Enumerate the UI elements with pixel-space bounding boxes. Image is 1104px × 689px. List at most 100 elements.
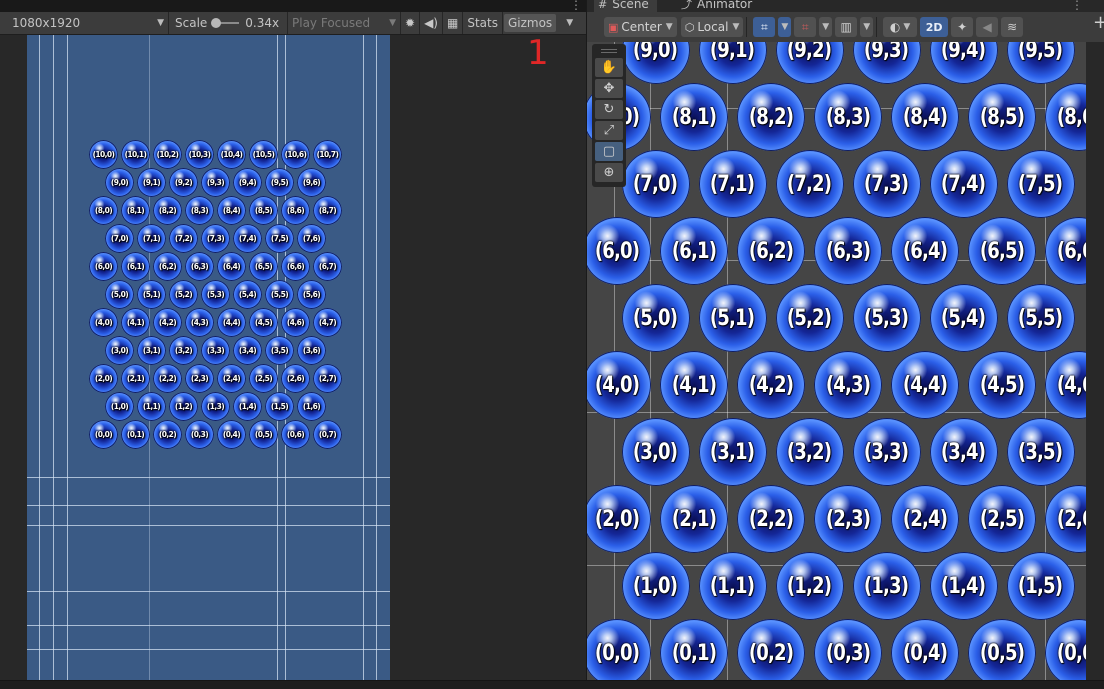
bubble-tile[interactable]: (5,1): [698, 284, 767, 352]
bubble-tile[interactable]: (2,5): [249, 364, 278, 393]
bubble-tile[interactable]: (3,2): [775, 418, 844, 486]
bubble-tile[interactable]: (1,1): [137, 392, 166, 421]
pivot-mode-dropdown[interactable]: ▣ Center ▼: [604, 17, 677, 37]
scale-tool-button[interactable]: ⤢: [595, 121, 623, 140]
bubble-tile[interactable]: (10,3): [185, 140, 214, 169]
bubble-tile[interactable]: (2,7): [313, 364, 342, 393]
rotate-tool-button[interactable]: ↻: [595, 100, 623, 119]
bubble-tile[interactable]: (4,1): [660, 351, 728, 419]
bubble-tile[interactable]: (8,6): [1045, 83, 1086, 151]
bubble-tile[interactable]: (0,2): [153, 420, 182, 449]
bubble-tile[interactable]: (4,3): [814, 351, 882, 419]
grid-snap-dropdown[interactable]: ▼: [778, 17, 792, 37]
bubble-tile[interactable]: (4,4): [891, 351, 959, 419]
palette-drag-handle[interactable]: [595, 46, 623, 56]
bubble-tile[interactable]: (6,5): [249, 252, 278, 281]
bubble-tile[interactable]: (0,2): [737, 619, 805, 680]
bubble-tile[interactable]: (8,3): [185, 196, 214, 225]
bubble-tile[interactable]: (10,4): [217, 140, 246, 169]
tab-scene[interactable]: # Scene: [594, 0, 657, 12]
bubble-tile[interactable]: (7,5): [1006, 150, 1075, 218]
effects-toggle[interactable]: ≋: [1001, 17, 1024, 37]
scene-view-canvas[interactable]: (9,0)(9,1)(9,2)(9,3)(9,4)(9,5)(8,0)(8,1)…: [587, 42, 1086, 680]
game-view-canvas[interactable]: (10,0) (10,1) (10,2) (10,3) (10,4) (10,5) (10,…: [27, 35, 390, 680]
bubble-tile[interactable]: (5,6): [297, 280, 326, 309]
bubble-tile[interactable]: (9,5): [265, 168, 294, 197]
bubble-tile[interactable]: (4,0): [587, 351, 651, 419]
scale-slider[interactable]: Scale 0.34x: [169, 12, 287, 34]
ruler-toggle[interactable]: ▥: [835, 17, 858, 37]
bubble-tile[interactable]: (4,6): [281, 308, 310, 337]
bubble-tile[interactable]: (0,4): [891, 619, 959, 680]
increment-snap-toggle[interactable]: ⌗: [794, 17, 817, 37]
bubble-tile[interactable]: (8,5): [968, 83, 1036, 151]
bubble-tile[interactable]: (10,5): [249, 140, 278, 169]
bubble-tile[interactable]: (7,0): [105, 224, 134, 253]
bubble-tile[interactable]: (9,1): [137, 168, 166, 197]
scene-view-menu-icon[interactable]: ⋮: [1071, 0, 1083, 12]
move-tool-button[interactable]: ✥: [595, 79, 623, 98]
bubble-tile[interactable]: (8,3): [814, 83, 882, 151]
bubble-tile[interactable]: (2,3): [814, 485, 882, 553]
bubble-tile[interactable]: (7,2): [169, 224, 198, 253]
bubble-tile[interactable]: (0,6): [281, 420, 310, 449]
bubble-tile[interactable]: (6,4): [217, 252, 246, 281]
bubble-tile[interactable]: (4,7): [313, 308, 342, 337]
gizmos-dropdown[interactable]: ▼: [560, 12, 579, 34]
bubble-tile[interactable]: (1,0): [105, 392, 134, 421]
bubble-tile[interactable]: (8,4): [217, 196, 246, 225]
bubble-tile[interactable]: (2,0): [89, 364, 118, 393]
bubble-tile[interactable]: (0,3): [185, 420, 214, 449]
bubble-tile[interactable]: (4,4): [217, 308, 246, 337]
bug-button[interactable]: ✹: [401, 12, 419, 34]
bubble-tile[interactable]: (3,6): [297, 336, 326, 365]
bubble-tile[interactable]: (0,7): [313, 420, 342, 449]
bubble-tile[interactable]: (2,4): [891, 485, 959, 553]
bubble-tile[interactable]: (10,1): [121, 140, 150, 169]
pivot-rotation-dropdown[interactable]: ⬡ Local ▼: [680, 17, 744, 37]
bubble-tile[interactable]: (5,0): [105, 280, 134, 309]
bubble-tile[interactable]: (8,6): [281, 196, 310, 225]
bubble-tile[interactable]: (6,0): [89, 252, 118, 281]
play-mode-dropdown[interactable]: Play Focused ▼: [288, 12, 400, 34]
bubble-tile[interactable]: (6,4): [891, 217, 959, 285]
display-grid-button[interactable]: ▦: [443, 12, 462, 34]
bubble-tile[interactable]: (3,2): [169, 336, 198, 365]
bubble-tile[interactable]: (2,6): [1045, 485, 1086, 553]
increment-snap-dropdown[interactable]: ▼: [819, 17, 833, 37]
bubble-tile[interactable]: (3,1): [698, 418, 767, 486]
bubble-tile[interactable]: (7,3): [201, 224, 230, 253]
bubble-tile[interactable]: (5,5): [265, 280, 294, 309]
bubble-tile[interactable]: (4,6): [1045, 351, 1086, 419]
bubble-tile[interactable]: (10,0): [89, 140, 118, 169]
bubble-tile[interactable]: (6,6): [1045, 217, 1086, 285]
bubble-tile[interactable]: (2,6): [281, 364, 310, 393]
bubble-tile[interactable]: (7,1): [137, 224, 166, 253]
bubble-tile[interactable]: (8,1): [660, 83, 728, 151]
bubble-tile[interactable]: (7,2): [775, 150, 844, 218]
bubble-tile[interactable]: (4,0): [89, 308, 118, 337]
bubble-tile[interactable]: (1,2): [169, 392, 198, 421]
bubble-tile[interactable]: (7,3): [852, 150, 921, 218]
bubble-tile[interactable]: (10,7): [313, 140, 342, 169]
bubble-tile[interactable]: (9,1): [698, 42, 767, 84]
bubble-tile[interactable]: (0,1): [121, 420, 150, 449]
bubble-tile[interactable]: (10,6): [281, 140, 310, 169]
bubble-tile[interactable]: (9,2): [775, 42, 844, 84]
bubble-tile[interactable]: (1,5): [1006, 552, 1075, 620]
bubble-tile[interactable]: (6,3): [814, 217, 882, 285]
bubble-tile[interactable]: (6,5): [968, 217, 1036, 285]
bubble-tile[interactable]: (3,3): [852, 418, 921, 486]
bubble-tile[interactable]: (0,3): [814, 619, 882, 680]
bubble-tile[interactable]: (9,3): [852, 42, 921, 84]
bubble-tile[interactable]: (1,2): [775, 552, 844, 620]
bubble-tile[interactable]: (9,5): [1006, 42, 1075, 84]
bubble-tile[interactable]: (5,2): [169, 280, 198, 309]
bubble-tile[interactable]: (1,0): [621, 552, 690, 620]
bubble-tile[interactable]: (9,0): [105, 168, 134, 197]
bubble-tile[interactable]: (5,3): [852, 284, 921, 352]
bubble-tile[interactable]: (2,1): [121, 364, 150, 393]
scale-slider-thumb[interactable]: [211, 18, 222, 28]
gizmos-button[interactable]: Gizmos: [503, 12, 560, 34]
tab-animator[interactable]: ⤴ Animator: [675, 0, 758, 12]
